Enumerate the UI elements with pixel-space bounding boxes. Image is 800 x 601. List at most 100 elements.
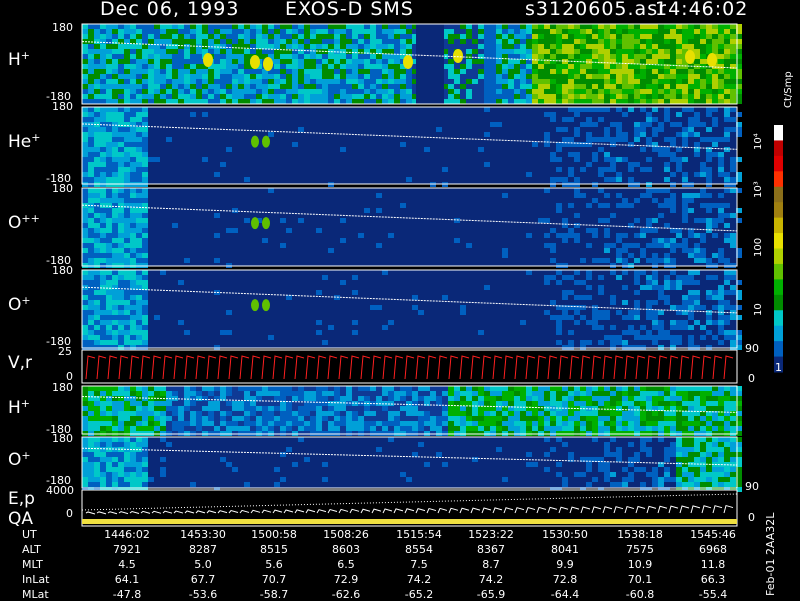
table-row-label: UT	[22, 528, 37, 541]
table-cell: 6.5	[337, 558, 355, 571]
hotspot	[251, 299, 259, 312]
colorbar-segment	[774, 263, 783, 280]
colorbar-tick-1: 1	[775, 361, 782, 374]
data-gap	[484, 24, 496, 104]
table-cell: 1545:46	[690, 528, 736, 541]
panel-label-o-plusplus: O++	[8, 212, 40, 233]
colorbar-segment	[774, 125, 783, 141]
table-row: UT 1446:02 1453:30 1500:58 1508:26 1515:54 152…	[0, 528, 770, 541]
table-cell: 11.8	[700, 558, 726, 571]
colorbar-segment	[774, 171, 783, 188]
table-cell: 74.2	[406, 573, 432, 586]
colorbar-segment	[774, 248, 783, 265]
table-cell: 72.8	[552, 573, 578, 586]
table-cell: 4.5	[118, 558, 136, 571]
header-date: Dec 06, 1993	[100, 0, 240, 20]
table-row-label: InLat	[22, 573, 50, 586]
panel-label-vr: V,r	[8, 353, 33, 373]
table-row: MLat -47.8 -53.6 -58.7 -62.6 -65.2 -65.9 -64.4 -…	[0, 588, 770, 601]
colorbar-segment	[774, 202, 783, 219]
data-gap	[416, 24, 444, 104]
axis-right-ep: 0	[748, 511, 755, 524]
hotspot	[263, 57, 273, 71]
colorbar-tick-100: 100	[753, 237, 764, 257]
table-cell: -58.7	[259, 588, 289, 601]
axis-top-op: 180	[52, 264, 73, 277]
hotspot	[251, 135, 259, 148]
panel-label-ep: E,p	[8, 489, 35, 509]
colorbar-segment	[774, 341, 783, 358]
axis-top-he: 180	[52, 100, 73, 113]
colorbar-segment	[774, 325, 783, 342]
table-cell: 7.5	[410, 558, 428, 571]
table-cell: 8603	[332, 543, 360, 556]
table-row-label: MLT	[22, 558, 43, 571]
table-cell: -47.8	[112, 588, 142, 601]
header-file: s3120605.asr	[525, 0, 667, 20]
panel-label-h-plus: H+	[8, 49, 31, 70]
table-cell: 5.6	[265, 558, 283, 571]
table-cell: 7575	[626, 543, 654, 556]
spectrogram-figure	[81, 23, 783, 527]
hotspot	[685, 50, 695, 64]
table-row: MLT 4.5 5.0 5.6 6.5 7.5 8.7 9.9 10.9 11.8	[0, 558, 770, 571]
hotspot	[262, 217, 270, 230]
table-cell: -64.4	[550, 588, 580, 601]
axis-top-h: 180	[52, 21, 73, 34]
table-cell: -60.8	[625, 588, 655, 601]
table-cell: 7921	[113, 543, 141, 556]
axis-right-o2: 90	[745, 480, 759, 493]
table-cell: 1500:58	[251, 528, 297, 541]
table-cell: 1453:30	[180, 528, 226, 541]
table-row-label: ALT	[22, 543, 41, 556]
table-cell: 8.7	[482, 558, 500, 571]
axis-right-top-vr: 90	[745, 342, 759, 355]
hotspot	[453, 49, 463, 63]
table-cell: 9.9	[556, 558, 574, 571]
table-cell: 74.2	[478, 573, 504, 586]
panel-background	[82, 107, 737, 184]
hotspot	[203, 53, 213, 67]
table-cell: -65.2	[404, 588, 434, 601]
panel-label-qa: QA	[8, 509, 34, 529]
colorbar-tick-1e3: 10³	[753, 181, 764, 198]
table-cell: 64.1	[114, 573, 140, 586]
hotspot	[251, 217, 259, 230]
colorbar-tick-10: 10	[753, 303, 764, 316]
axis-bottom-ep: 0	[66, 507, 73, 520]
table-cell: 8041	[551, 543, 579, 556]
hotspot	[707, 53, 717, 67]
colorbar-segment	[774, 186, 783, 203]
table-cell: 8554	[405, 543, 433, 556]
header-time: 14:46:02	[655, 0, 749, 20]
table-cell: 10.9	[627, 558, 653, 571]
panel-label-h-plus-2: H+	[8, 397, 31, 418]
axis-top-h2: 180	[52, 381, 73, 394]
axis-right-bottom-vr: 0	[748, 372, 755, 385]
panel-frame	[81, 349, 738, 384]
table-cell: 66.3	[700, 573, 726, 586]
table-cell: 1538:18	[617, 528, 663, 541]
table-cell: 1523:22	[468, 528, 514, 541]
hotspot	[262, 135, 270, 148]
panel-label-o-plus-2: O+	[8, 449, 31, 470]
axis-top-opp: 180	[52, 182, 73, 195]
table-cell: 1446:02	[104, 528, 150, 541]
hotspot	[403, 55, 413, 69]
table-cell: 1508:26	[323, 528, 369, 541]
colorbar-segment	[774, 217, 783, 234]
colorbar-segment	[774, 155, 783, 172]
panel-label-o-plus: O+	[8, 294, 31, 315]
axis-top-vr: 25	[58, 345, 72, 358]
table-cell: 1530:50	[542, 528, 588, 541]
table-cell: -55.4	[698, 588, 728, 601]
table-cell: 67.7	[190, 573, 216, 586]
table-cell: 8367	[477, 543, 505, 556]
table-cell: 72.9	[333, 573, 359, 586]
qa-bar	[82, 519, 737, 524]
table-cell: 5.0	[194, 558, 212, 571]
colorbar-unit: Ct/Smp	[783, 71, 794, 108]
hotspot	[250, 55, 260, 69]
table-cell: 1515:54	[396, 528, 442, 541]
table-row: InLat 64.1 67.7 70.7 72.9 74.2 74.2 72.8 70.1 66.…	[0, 573, 770, 586]
